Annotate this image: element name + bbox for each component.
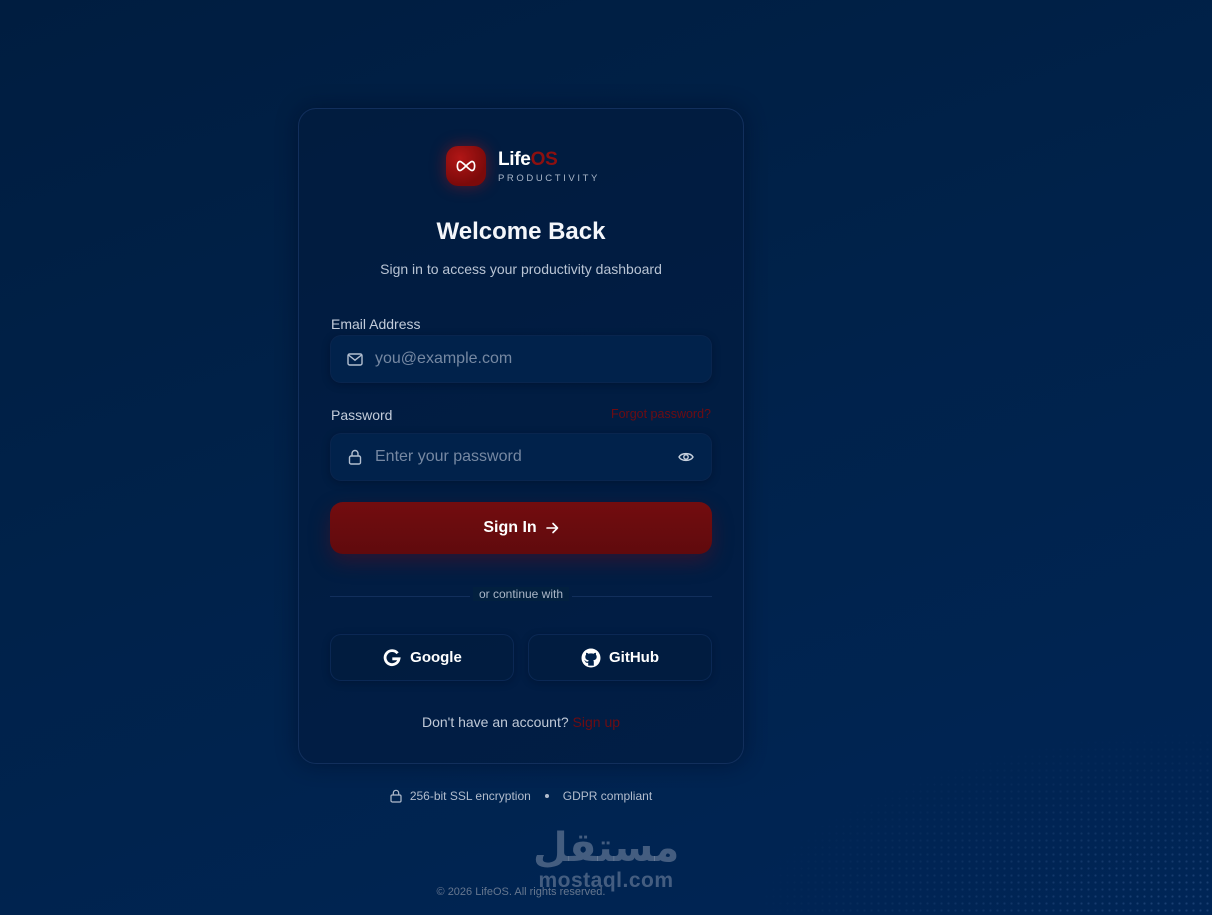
copyright: © 2026 LifeOS. All rights reserved. <box>436 886 606 898</box>
login-card: LifeOS PRODUCTIVITY Welcome Back Sign in… <box>298 108 744 764</box>
signup-prompt: Don't have an account? Sign up <box>299 714 743 730</box>
forgot-password-link[interactable]: Forgot password? <box>611 407 711 421</box>
arrow-right-icon <box>545 522 559 534</box>
google-icon <box>382 648 402 668</box>
separator-dot <box>544 794 549 798</box>
brand-logo: LifeOS PRODUCTIVITY <box>446 144 600 188</box>
infinity-icon <box>456 160 476 172</box>
eye-icon[interactable] <box>677 448 695 466</box>
sign-in-button[interactable]: Sign In <box>330 502 712 554</box>
password-input[interactable] <box>375 448 677 466</box>
sign-up-link[interactable]: Sign up <box>573 714 620 730</box>
gdpr-text: GDPR compliant <box>562 789 653 803</box>
logo-badge <box>446 146 486 186</box>
brand-name: LifeOS <box>498 149 600 171</box>
github-icon <box>581 648 601 668</box>
signup-prompt-text: Don't have an account? <box>421 714 569 730</box>
security-badges: 256-bit SSL encryption GDPR compliant <box>0 789 1042 803</box>
google-button[interactable]: Google <box>330 634 514 681</box>
brand-tagline: PRODUCTIVITY <box>498 172 600 184</box>
password-field[interactable] <box>330 433 712 481</box>
watermark-arabic: مستقل <box>533 825 680 871</box>
github-button[interactable]: GitHub <box>528 634 712 681</box>
page-subtitle: Sign in to access your productivity dash… <box>380 261 662 277</box>
email-input[interactable] <box>375 350 711 368</box>
google-label: Google <box>410 649 462 666</box>
password-label: Password <box>331 407 393 423</box>
email-label: Email Address <box>331 316 421 332</box>
ssl-text: 256-bit SSL encryption <box>409 789 531 803</box>
github-label: GitHub <box>609 649 659 666</box>
mostaql-watermark: مستقل mostaql.com <box>533 826 679 892</box>
social-divider-text: or continue with <box>299 587 743 601</box>
brand-name-part1: Life <box>498 148 531 170</box>
mail-icon <box>347 351 363 367</box>
lock-icon <box>390 789 402 803</box>
email-field[interactable] <box>330 335 712 383</box>
lock-icon <box>347 449 363 465</box>
brand-name-part2: OS <box>530 148 558 170</box>
sign-in-label: Sign In <box>483 519 537 536</box>
page-title: Welcome Back <box>436 218 606 245</box>
social-divider-label: or continue with <box>472 587 570 601</box>
